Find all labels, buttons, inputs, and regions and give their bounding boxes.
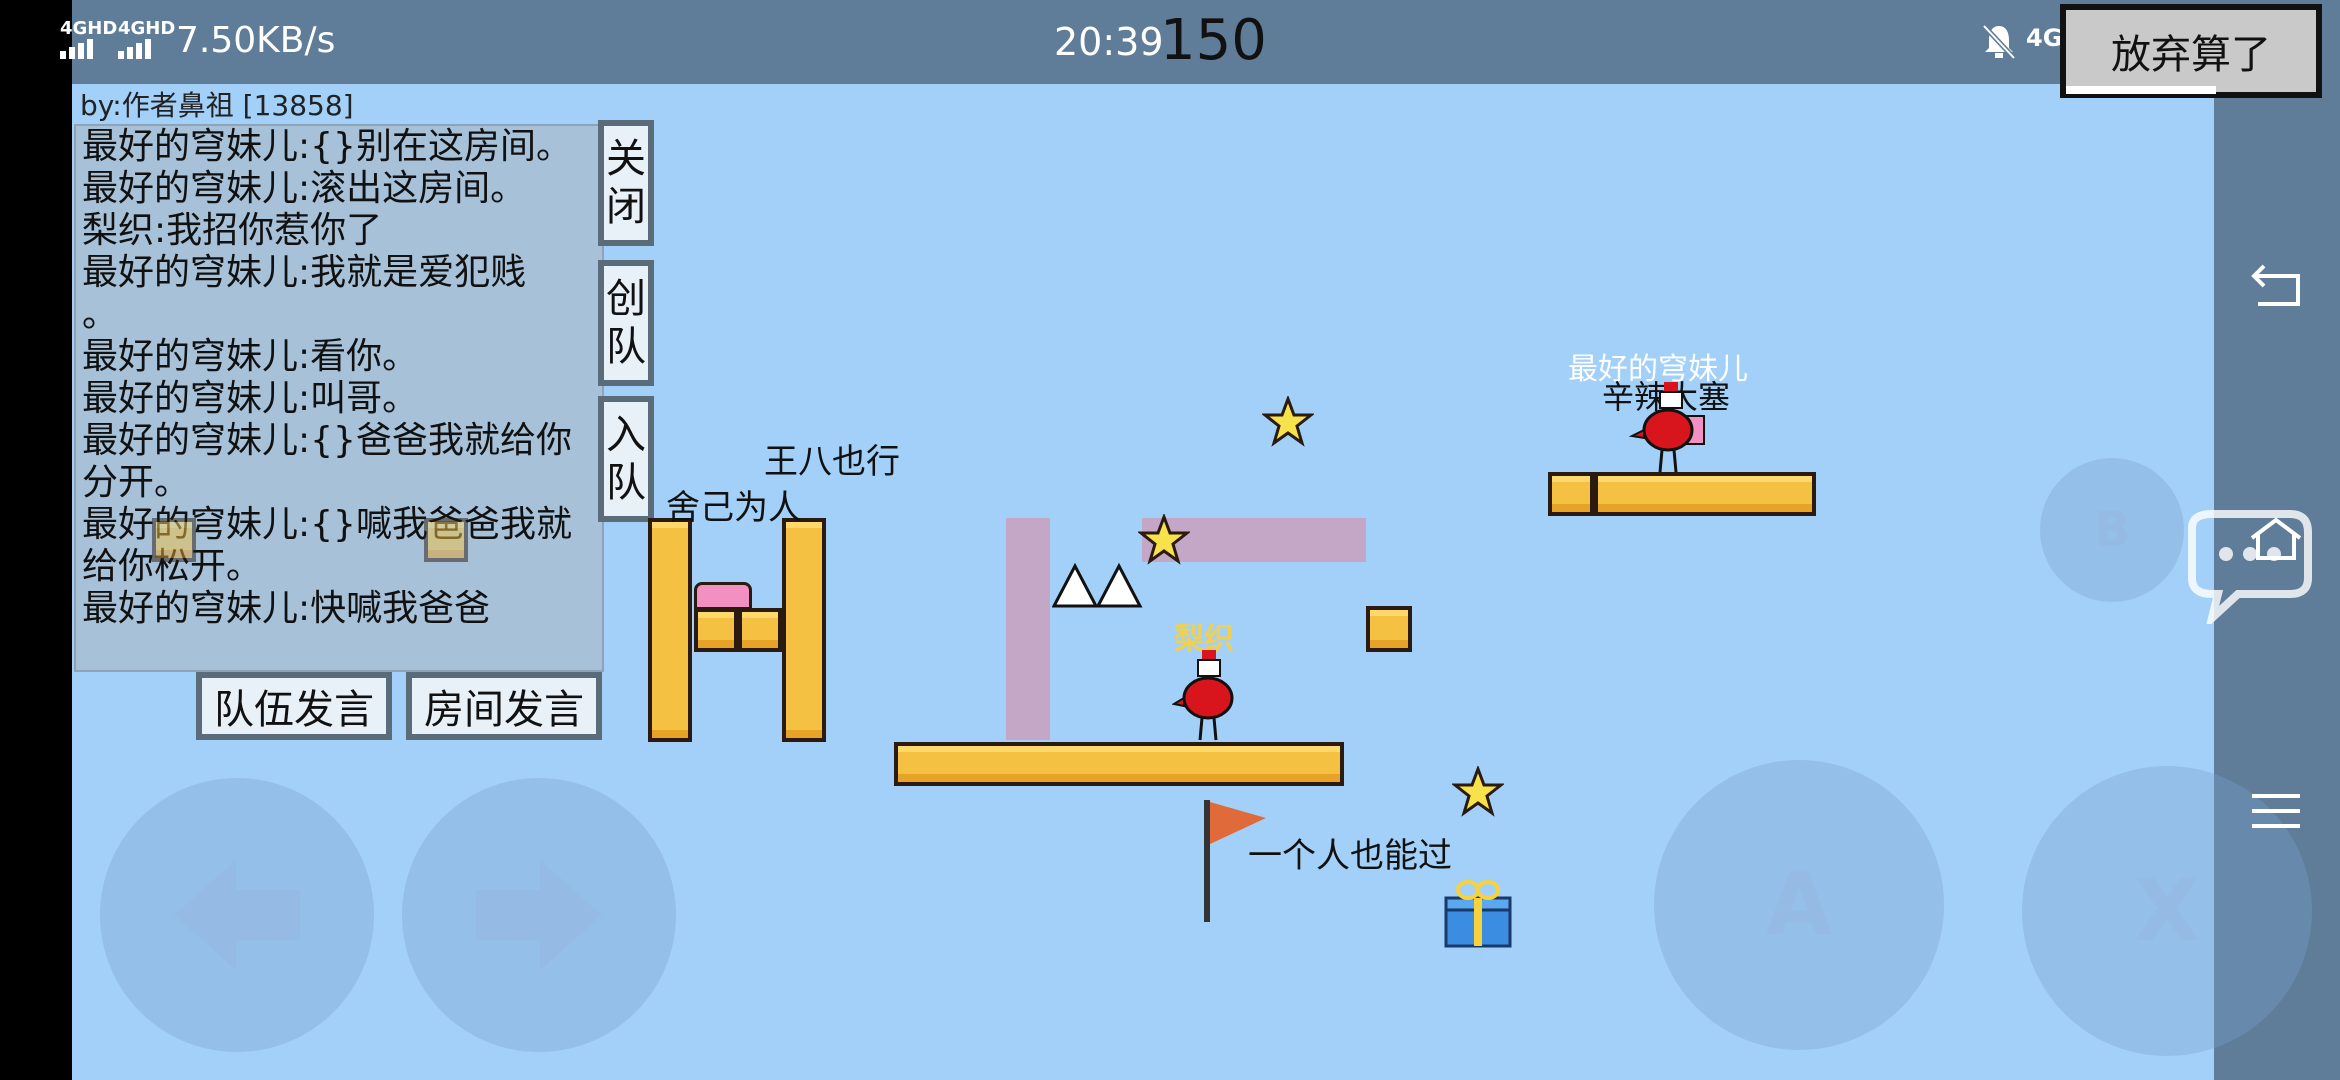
join-team-button[interactable]: 入 队 — [598, 396, 654, 522]
move-left-button[interactable] — [100, 778, 374, 1052]
signal-bars-icon — [60, 39, 117, 59]
clock: 20:39 — [1054, 20, 1164, 64]
create-team-button[interactable]: 创 队 — [598, 260, 654, 386]
close-chat-button[interactable]: 关 闭 — [598, 120, 654, 246]
player-character-self — [1172, 650, 1234, 741]
gold-platform-main — [894, 742, 1344, 786]
join-team-label: 入 队 — [606, 412, 646, 506]
menu-icon[interactable] — [2250, 790, 2302, 832]
arrow-left-icon — [174, 860, 300, 970]
star-pickup — [1138, 514, 1190, 565]
home-icon[interactable] — [2248, 516, 2304, 562]
move-right-button[interactable] — [402, 778, 676, 1052]
signal-bars-icon — [118, 39, 175, 59]
star-pickup — [1452, 766, 1504, 817]
create-team-label: 创 队 — [606, 276, 646, 370]
chat-line: 最好的穹妹儿:我就是爱犯贱 — [82, 252, 527, 293]
a-button[interactable]: A — [1654, 760, 1944, 1050]
give-up-button[interactable]: 放弃算了 — [2060, 4, 2322, 98]
signal-label: 4GHD — [60, 18, 118, 39]
block-tile — [694, 608, 738, 652]
spike-hazard — [1052, 562, 1143, 608]
chat-line: 最好的穹妹儿:看你。 — [82, 336, 419, 377]
block-tile — [1548, 472, 1594, 516]
chat-line: 最好的穹妹儿:快喊我爸爸 — [82, 588, 491, 629]
close-chat-label: 关 闭 — [606, 136, 646, 230]
network-type: 4G — [2026, 24, 2063, 52]
purple-wall-vertical — [1006, 518, 1050, 740]
gold-pillar-right — [782, 518, 826, 742]
left-black-bar — [0, 0, 72, 1080]
chat-line: 最好的穹妹儿:滚出这房间。 — [82, 168, 527, 209]
block-tile — [152, 518, 196, 562]
level-label-alone: 一个人也能过 — [1248, 836, 1452, 876]
network-speed: 7.50KB/s — [176, 20, 336, 61]
level-label-she: 舍己为人 — [666, 488, 802, 528]
b-button[interactable]: B — [2040, 458, 2184, 602]
signal-indicator-2: 4GHD — [118, 18, 175, 59]
block-tile — [424, 518, 468, 562]
author-credit: by:作者鼻祖 [13858] — [80, 89, 354, 122]
chat-line: 梨织:我招你惹你了 — [82, 210, 383, 251]
player-character-other — [1628, 382, 1705, 473]
chat-line: 最好的穹妹儿:{}别在这房间。 — [82, 126, 572, 167]
team-chat-button[interactable]: 队伍发言 — [196, 672, 392, 740]
block-tile — [738, 608, 782, 652]
score: 150 — [1160, 8, 1267, 73]
arrow-right-icon — [476, 860, 602, 970]
chat-line: 。 — [82, 294, 119, 335]
pink-switch — [694, 582, 752, 610]
chat-line: 最好的穹妹儿:{}爸爸我就给你 — [82, 420, 572, 461]
gold-pillar-left — [648, 518, 692, 742]
chat-line: 最好的穹妹儿:叫哥。 — [82, 378, 419, 419]
room-chat-button[interactable]: 房间发言 — [406, 672, 602, 740]
signal-indicator-1: 4GHD — [60, 18, 117, 59]
chat-line: 分开。 — [82, 462, 191, 503]
level-label-wang: 王八也行 — [764, 442, 900, 482]
signal-label: 4GHD — [118, 18, 176, 39]
give-up-progress — [2066, 86, 2216, 94]
back-icon[interactable] — [2248, 262, 2304, 308]
block-tile — [1366, 606, 1412, 652]
gold-platform-right — [1594, 472, 1816, 516]
chat-panel: 最好的穹妹儿:{}别在这房间。 最好的穹妹儿:滚出这房间。 梨织:我招你惹你了 … — [74, 124, 604, 672]
mute-bell-icon — [1982, 24, 2016, 60]
star-pickup — [1262, 396, 1314, 447]
gift-box — [1444, 880, 1512, 948]
